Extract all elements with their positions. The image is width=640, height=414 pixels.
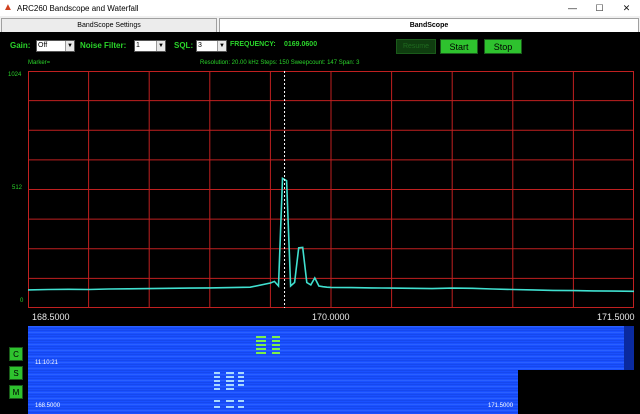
title-bar: ▲ ARC260 Bandscope and Waterfall — ☐ ✕ — [0, 0, 640, 16]
waterfall-signal-streak — [226, 406, 234, 408]
waterfall-signal-streak — [272, 352, 280, 354]
window-controls: — ☐ ✕ — [559, 0, 640, 16]
noise-filter-select[interactable]: 1 ▼ — [134, 40, 166, 52]
waterfall-signal-streak — [214, 372, 220, 374]
waterfall-signal-streak — [238, 376, 244, 378]
x-tick-label: 168.5000 — [32, 312, 70, 322]
tab-bandscope[interactable]: BandScope — [219, 18, 639, 32]
memory-button[interactable]: M — [9, 385, 23, 399]
waterfall-signal-streak — [272, 344, 280, 346]
waterfall-signal-streak — [256, 340, 266, 342]
waterfall-display[interactable]: 11:10:21 168.5000 171.5000 — [28, 326, 634, 414]
sql-select[interactable]: 3 ▼ — [196, 40, 227, 52]
waterfall-signal-streak — [256, 348, 266, 350]
waterfall-signal-streak — [214, 388, 220, 390]
tab-bandscope-settings[interactable]: BandScope Settings — [1, 18, 217, 32]
waterfall-signal-streak — [238, 400, 244, 402]
window-title: ARC260 Bandscope and Waterfall — [17, 3, 139, 13]
waterfall-row — [28, 328, 634, 329]
gain-select[interactable]: Off ▼ — [36, 40, 75, 52]
waterfall-timestamp: 11:10:21 — [35, 360, 58, 366]
waterfall-row — [28, 326, 634, 327]
gain-value: Off — [38, 42, 48, 49]
waterfall-row — [28, 364, 634, 365]
waterfall-row — [28, 366, 634, 367]
waterfall-row — [28, 354, 634, 355]
waterfall-signal-streak — [226, 376, 234, 378]
waterfall-signal-streak — [214, 380, 220, 382]
waterfall-signal-streak — [238, 372, 244, 374]
noise-filter-value: 1 — [136, 42, 140, 49]
waterfall-signal-streak — [226, 384, 234, 386]
info-bar: Marker= Resolution: 20.00 kHz Steps: 150… — [28, 59, 634, 70]
sql-label: SQL: — [174, 41, 194, 50]
waterfall-row — [28, 368, 634, 369]
waterfall-row — [28, 332, 634, 333]
waterfall-signal-streak — [226, 372, 234, 374]
waterfall-row — [28, 338, 634, 339]
frequency-label: FREQUENCY: — [230, 41, 276, 48]
x-tick-label: 171.5000 — [597, 312, 635, 322]
chevron-down-icon: ▼ — [156, 41, 165, 51]
app-icon: ▲ — [3, 2, 13, 13]
waterfall-signal-streak — [214, 400, 220, 402]
y-tick-label: 512 — [12, 185, 23, 191]
gain-label: Gain: — [10, 41, 31, 50]
maximize-icon[interactable]: ☐ — [586, 0, 613, 16]
controls-bar: Gain: Off ▼ Noise Filter: 1 ▼ SQL: 3 ▼ F… — [0, 38, 640, 56]
waterfall-row — [28, 330, 634, 331]
waterfall-signal-streak — [226, 380, 234, 382]
waterfall-signal-streak — [272, 348, 280, 350]
chevron-down-icon: ▼ — [217, 41, 226, 51]
resume-button[interactable]: Resume — [396, 39, 436, 54]
y-tick-label: 1024 — [8, 72, 22, 78]
chevron-down-icon: ▼ — [65, 41, 74, 51]
sweep-status: Resolution: 20.00 kHz Steps: 150 Sweepco… — [200, 60, 360, 66]
start-button[interactable]: Start — [440, 39, 478, 54]
waterfall-row — [28, 350, 634, 351]
close-icon[interactable]: ✕ — [613, 0, 640, 16]
waterfall-signal-streak — [256, 336, 266, 338]
y-tick-label: 0 — [20, 298, 24, 304]
waterfall-signal-streak — [214, 376, 220, 378]
spectrum-plot[interactable] — [28, 71, 634, 308]
waterfall-row — [28, 336, 634, 337]
waterfall-row — [28, 344, 634, 345]
waterfall-edge-band — [624, 326, 634, 370]
waterfall-signal-streak — [226, 388, 234, 390]
waterfall-signal-streak — [238, 380, 244, 382]
tab-bar: BandScope Settings BandScope — [0, 18, 640, 32]
waterfall-row — [28, 362, 634, 363]
waterfall-signal-streak — [214, 406, 220, 408]
waterfall-blank-area — [518, 370, 634, 414]
waterfall-signal-streak — [272, 336, 280, 338]
frequency-value: 0169.0600 — [284, 41, 318, 48]
waterfall-row — [28, 346, 634, 347]
waterfall-row — [28, 340, 634, 341]
waterfall-row — [28, 358, 634, 359]
minimize-icon[interactable]: — — [559, 0, 586, 16]
waterfall-signal-streak — [214, 384, 220, 386]
x-tick-label: 170.0000 — [312, 312, 350, 322]
waterfall-signal-streak — [238, 406, 244, 408]
waterfall-row — [28, 348, 634, 349]
waterfall-row — [28, 342, 634, 343]
waterfall-row — [28, 334, 634, 335]
clear-button[interactable]: C — [9, 347, 23, 361]
waterfall-end-freq: 171.5000 — [488, 403, 514, 409]
waterfall-start-freq: 168.5000 — [35, 403, 61, 409]
waterfall-signal-streak — [226, 400, 234, 402]
sql-value: 3 — [198, 42, 202, 49]
waterfall-row — [28, 352, 634, 353]
save-button[interactable]: S — [9, 366, 23, 380]
waterfall-signal-streak — [238, 384, 244, 386]
waterfall-row — [28, 356, 634, 357]
waterfall-signal-streak — [272, 340, 280, 342]
waterfall-row — [28, 360, 634, 361]
stop-button[interactable]: Stop — [484, 39, 522, 54]
marker-label: Marker= — [28, 60, 51, 66]
waterfall-signal-streak — [256, 344, 266, 346]
noise-filter-label: Noise Filter: — [80, 41, 127, 50]
waterfall-signal-streak — [256, 352, 266, 354]
